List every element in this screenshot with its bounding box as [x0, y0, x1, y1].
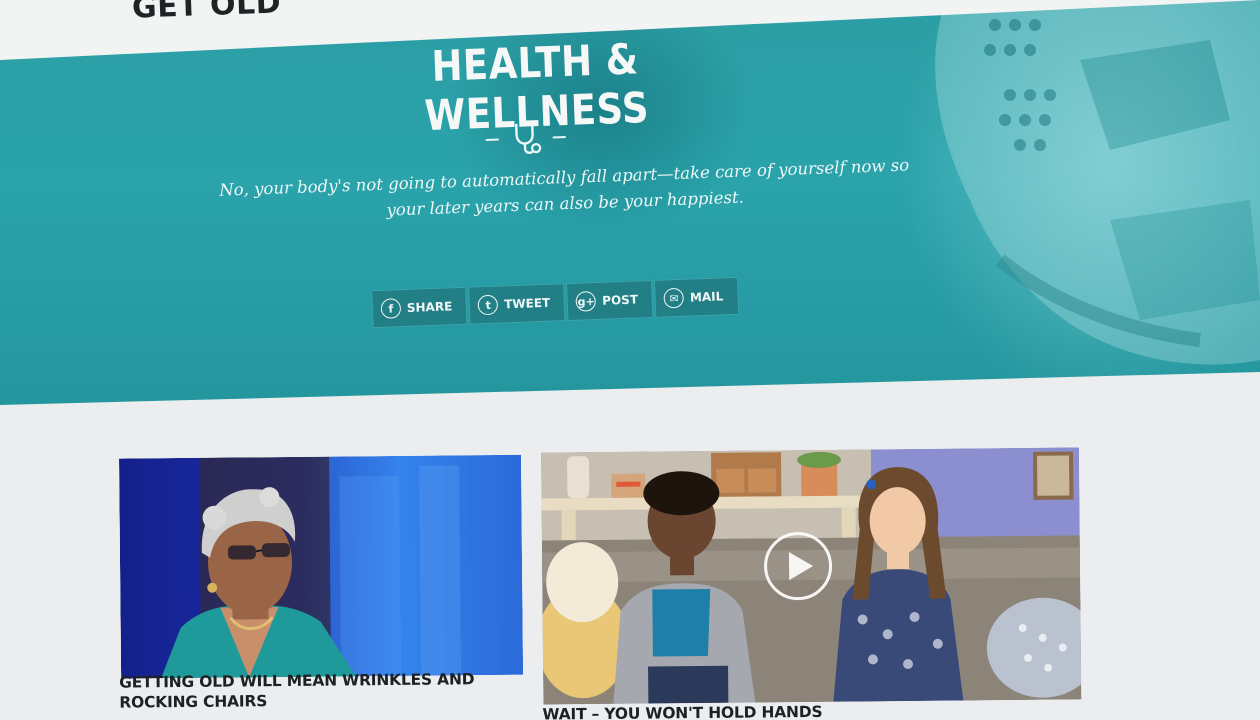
article-video-hold-hands[interactable] [540, 447, 1082, 705]
article-image-interview[interactable] [119, 454, 524, 679]
interview-photo [119, 454, 524, 679]
play-icon [788, 551, 814, 581]
play-button[interactable] [763, 531, 833, 601]
article-title-wrinkles[interactable]: GETTING OLD WILL MEAN WRINKLES AND ROCKI… [119, 669, 499, 713]
browser-screen: HEALTH & WELLNESS No, your body's not go… [0, 0, 1260, 720]
article-grid: GETTING OLD WILL MEAN WRINKLES AND ROCKI… [0, 0, 1260, 720]
